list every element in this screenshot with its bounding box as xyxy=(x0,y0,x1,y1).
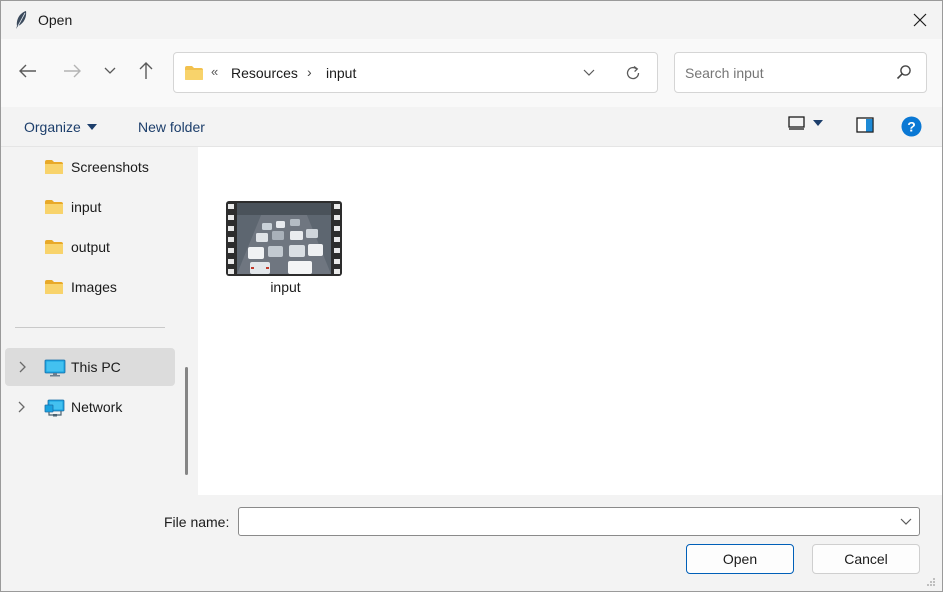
overflow-chevron[interactable]: « xyxy=(211,64,218,79)
dialog-footer: File name: Open Cancel xyxy=(1,495,942,591)
search-box[interactable] xyxy=(674,52,927,93)
command-bar: Organize New folder ? xyxy=(1,107,942,147)
folder-icon xyxy=(45,200,63,214)
back-button[interactable] xyxy=(15,58,41,84)
window-title: Open xyxy=(38,12,73,28)
refresh-icon xyxy=(626,65,640,80)
new-folder-button[interactable]: New folder xyxy=(138,119,205,135)
sidebar-item-screenshots[interactable]: Screenshots xyxy=(1,148,175,186)
breadcrumb-input[interactable]: input xyxy=(326,65,356,81)
arrow-left-icon xyxy=(19,64,36,78)
traffic-video-thumbnail xyxy=(226,201,342,276)
sidebar-item-images[interactable]: Images xyxy=(1,268,175,306)
nav-divider xyxy=(15,327,165,328)
navigation-row: « Resources › input xyxy=(1,39,942,107)
sidebar-item-label: Network xyxy=(71,399,123,415)
breadcrumb-separator[interactable]: › xyxy=(307,64,312,80)
sidebar-item-label: Screenshots xyxy=(71,159,149,175)
up-button[interactable] xyxy=(133,58,159,84)
feather-icon xyxy=(16,11,27,29)
close-button[interactable] xyxy=(898,1,942,39)
file-name-label: input xyxy=(270,279,301,295)
file-list-pane[interactable]: input xyxy=(198,147,942,495)
sidebar-item-network[interactable]: Network xyxy=(1,388,175,426)
folder-icon xyxy=(45,280,63,294)
sidebar-item-this-pc[interactable]: This PC xyxy=(5,348,175,386)
cancel-button[interactable]: Cancel xyxy=(812,544,920,574)
open-file-dialog: Open « Resources › input Search input Or… xyxy=(0,0,943,592)
address-bar[interactable]: « Resources › input xyxy=(173,52,658,93)
recent-locations-button[interactable] xyxy=(97,58,123,84)
open-button[interactable]: Open xyxy=(686,544,794,574)
sidebar-item-output[interactable]: output xyxy=(1,228,175,266)
sidebar-item-label: output xyxy=(71,239,110,255)
refresh-button[interactable] xyxy=(622,63,644,83)
file-item-input-video[interactable]: input xyxy=(223,197,343,301)
arrow-up-icon xyxy=(139,62,153,79)
preview-pane-icon xyxy=(856,117,874,133)
folder-icon xyxy=(45,160,63,174)
nav-pane-scrollbar[interactable] xyxy=(185,367,188,475)
breadcrumb-resources[interactable]: Resources xyxy=(231,65,298,81)
search-icon xyxy=(896,65,911,80)
chevron-right-icon[interactable] xyxy=(18,401,26,413)
file-name-input[interactable] xyxy=(239,508,901,535)
svg-text:?: ? xyxy=(907,119,916,135)
sidebar-item-input[interactable]: input xyxy=(1,188,175,226)
navigation-pane: Screenshots input output Images This PC … xyxy=(1,147,178,495)
caret-down-icon xyxy=(813,120,823,126)
file-name-combobox[interactable] xyxy=(238,507,920,536)
view-icon xyxy=(788,116,805,130)
folder-icon xyxy=(45,240,63,254)
caret-down-icon xyxy=(86,124,97,130)
address-dropdown-button[interactable] xyxy=(579,63,599,83)
sidebar-item-label: This PC xyxy=(71,359,121,375)
preview-pane-button[interactable] xyxy=(856,117,874,136)
chevron-right-icon[interactable] xyxy=(19,361,27,373)
help-button[interactable]: ? xyxy=(901,116,922,140)
close-icon xyxy=(913,13,927,27)
help-icon: ? xyxy=(901,116,922,137)
sidebar-item-label: input xyxy=(71,199,102,215)
organize-button[interactable]: Organize xyxy=(24,119,97,135)
title-bar: Open xyxy=(1,1,942,39)
resize-grip-icon[interactable] xyxy=(925,576,936,587)
chevron-down-icon xyxy=(583,69,595,76)
network-icon xyxy=(44,399,65,417)
chevron-down-icon xyxy=(900,518,912,525)
change-view-button[interactable] xyxy=(788,116,823,130)
chevron-down-icon xyxy=(104,67,116,74)
forward-button[interactable] xyxy=(59,58,85,84)
monitor-icon xyxy=(44,359,66,377)
search-input[interactable] xyxy=(675,53,895,92)
folder-icon xyxy=(185,66,203,80)
file-name-dropdown-button[interactable] xyxy=(897,513,915,531)
sidebar-item-label: Images xyxy=(71,279,117,295)
file-name-field-label: File name: xyxy=(164,514,230,530)
arrow-right-icon xyxy=(64,64,81,78)
organize-label: Organize xyxy=(24,119,81,135)
